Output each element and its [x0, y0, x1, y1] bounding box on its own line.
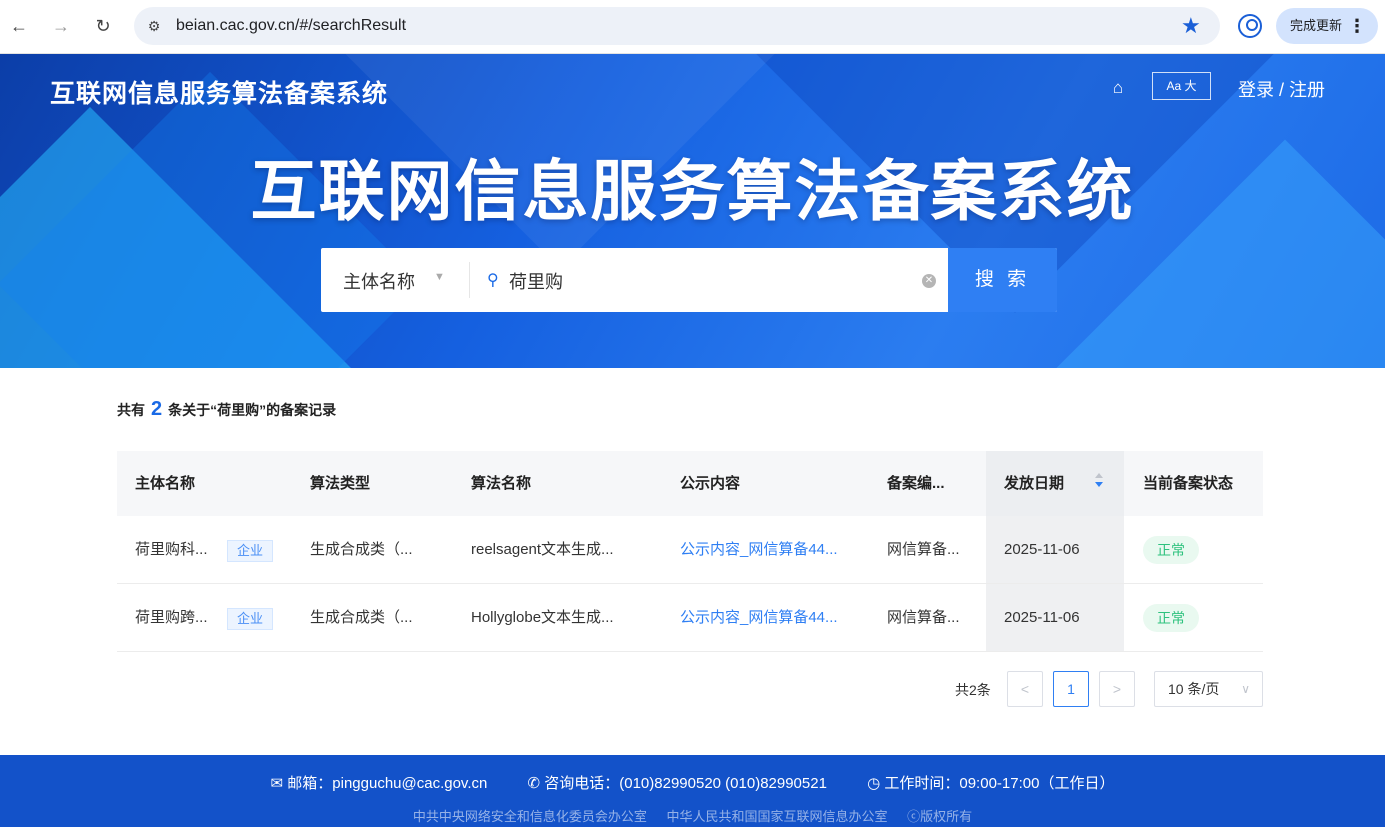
- page-1-button[interactable]: 1: [1053, 671, 1089, 707]
- cell-entity: 荷里购科...: [135, 541, 208, 558]
- header-date-label: 发放日期: [1004, 475, 1065, 492]
- search-icon: ⚲: [487, 272, 499, 289]
- footer-org1: 中共中央网络安全和信息化委员会办公室: [412, 809, 647, 824]
- cell-content-link[interactable]: 公示内容_网信算备44...: [680, 516, 838, 584]
- chevron-down-icon: ∨: [1241, 682, 1250, 696]
- cell-number: 网信算备...: [887, 541, 960, 558]
- address-bar[interactable]: ⚙ beian.cac.gov.cn/#/searchResult: [134, 7, 1220, 45]
- site-settings-icon[interactable]: ⚙: [144, 16, 164, 36]
- menu-icon[interactable]: ⋮: [1348, 8, 1366, 44]
- hero-title: 互联网信息服务算法备案系统: [250, 154, 1135, 228]
- header-entity: 主体名称: [135, 475, 196, 492]
- cell-date: 2025-11-06: [1004, 609, 1080, 626]
- search-button[interactable]: 搜 索: [948, 248, 1057, 312]
- back-icon[interactable]: ←: [6, 13, 32, 39]
- font-size-toggle[interactable]: Aa 大: [1152, 72, 1211, 100]
- clear-icon[interactable]: ✕: [922, 274, 936, 288]
- result-count: 2: [151, 398, 163, 420]
- table-row: 荷里购跨... 企业 生成合成类（... Hollyglobe文本生成... 公…: [117, 584, 1263, 652]
- footer-org2: 中华人民共和国国家互联网信息办公室: [666, 809, 888, 824]
- search-box: 主体名称 ▼ ⚲ 荷里购 ✕ 搜 索: [321, 248, 1057, 312]
- status-badge: 正常: [1143, 604, 1199, 632]
- header-content: 公示内容: [680, 475, 741, 492]
- search-input[interactable]: 荷里购: [509, 268, 563, 294]
- footer-orgs: 中共中央网络安全和信息化委员会办公室 中华人民共和国国家互联网信息办公室 ⓒ版权…: [0, 806, 1385, 825]
- reload-icon[interactable]: ↻: [90, 13, 116, 39]
- pagination-total: 共2条: [955, 682, 991, 698]
- footer-phone: 咨询电话：(010)82990520 (010)82990521: [544, 775, 827, 792]
- footer-copyright: ⓒ版权所有: [907, 809, 973, 824]
- page-size-label: 10 条/页: [1168, 681, 1220, 697]
- bookmark-star-icon[interactable]: ★: [1181, 13, 1201, 39]
- cell-type: 生成合成类（...: [310, 609, 413, 626]
- cell-type: 生成合成类（...: [310, 541, 413, 558]
- hero-banner: 互联网信息服务算法备案系统 ⌂ Aa 大 登录 / 注册 互联网信息服务算法备案…: [0, 54, 1385, 368]
- profile-icon[interactable]: [1238, 14, 1262, 38]
- footer: ✉ 邮箱：pingguchu@cac.gov.cn ✆ 咨询电话：(010)82…: [0, 755, 1385, 827]
- caret-down-icon: ▼: [434, 271, 445, 283]
- header-name: 算法名称: [471, 475, 532, 492]
- sort-icon[interactable]: [1095, 473, 1103, 491]
- table-row: 荷里购科... 企业 生成合成类（... reelsagent文本生成... 公…: [117, 516, 1263, 584]
- mail-icon: ✉: [270, 775, 284, 792]
- search-type-select[interactable]: 主体名称 ▼: [321, 248, 469, 312]
- result-summary: 共有 2 条关于“荷里购”的备案记录: [117, 398, 336, 421]
- cell-name: Hollyglobe文本生成...: [471, 609, 614, 626]
- footer-hours: 工作时间：09:00-17:00（工作日）: [884, 775, 1115, 792]
- cell-number: 网信算备...: [887, 609, 960, 626]
- entity-tag: 企业: [227, 540, 274, 562]
- cell-entity: 荷里购跨...: [135, 609, 208, 626]
- results-table: 主体名称 算法类型 算法名称 公示内容 备案编... 发放日期 当前备案状态 荷…: [117, 451, 1263, 652]
- next-page-button[interactable]: >: [1099, 671, 1135, 707]
- home-icon[interactable]: ⌂: [1108, 78, 1128, 98]
- update-label: 完成更新: [1290, 18, 1343, 33]
- cell-date: 2025-11-06: [1004, 541, 1080, 558]
- summary-prefix: 共有: [117, 402, 145, 418]
- browser-toolbar: ← → ↻ ⚙ beian.cac.gov.cn/#/searchResult …: [0, 0, 1385, 54]
- entity-tag: 企业: [227, 608, 274, 630]
- prev-page-button[interactable]: <: [1007, 671, 1043, 707]
- search-type-label: 主体名称: [343, 272, 415, 292]
- forward-icon[interactable]: →: [48, 13, 74, 39]
- divider: [469, 262, 470, 298]
- summary-suffix: 条关于“荷里购”的备案记录: [168, 402, 337, 418]
- phone-icon: ✆: [527, 775, 541, 792]
- header-status: 当前备案状态: [1143, 475, 1234, 492]
- url-text[interactable]: beian.cac.gov.cn/#/searchResult: [176, 17, 406, 35]
- site-title[interactable]: 互联网信息服务算法备案系统: [50, 74, 388, 110]
- cell-name: reelsagent文本生成...: [471, 541, 614, 558]
- footer-email: 邮箱：pingguchu@cac.gov.cn: [287, 775, 488, 792]
- update-button[interactable]: 完成更新 ⋮: [1276, 8, 1378, 44]
- clock-icon: ◷: [867, 775, 881, 792]
- footer-contact: ✉ 邮箱：pingguchu@cac.gov.cn ✆ 咨询电话：(010)82…: [0, 772, 1385, 793]
- header-number: 备案编...: [887, 475, 945, 492]
- status-badge: 正常: [1143, 536, 1199, 564]
- page-size-select[interactable]: 10 条/页 ∨: [1154, 671, 1263, 707]
- header-type: 算法类型: [310, 475, 371, 492]
- cell-content-link[interactable]: 公示内容_网信算备44...: [680, 584, 838, 652]
- login-register-link[interactable]: 登录 / 注册: [1238, 76, 1325, 102]
- header-date[interactable]: 发放日期: [986, 451, 1124, 516]
- table-header: 主体名称 算法类型 算法名称 公示内容 备案编... 发放日期 当前备案状态: [117, 451, 1263, 516]
